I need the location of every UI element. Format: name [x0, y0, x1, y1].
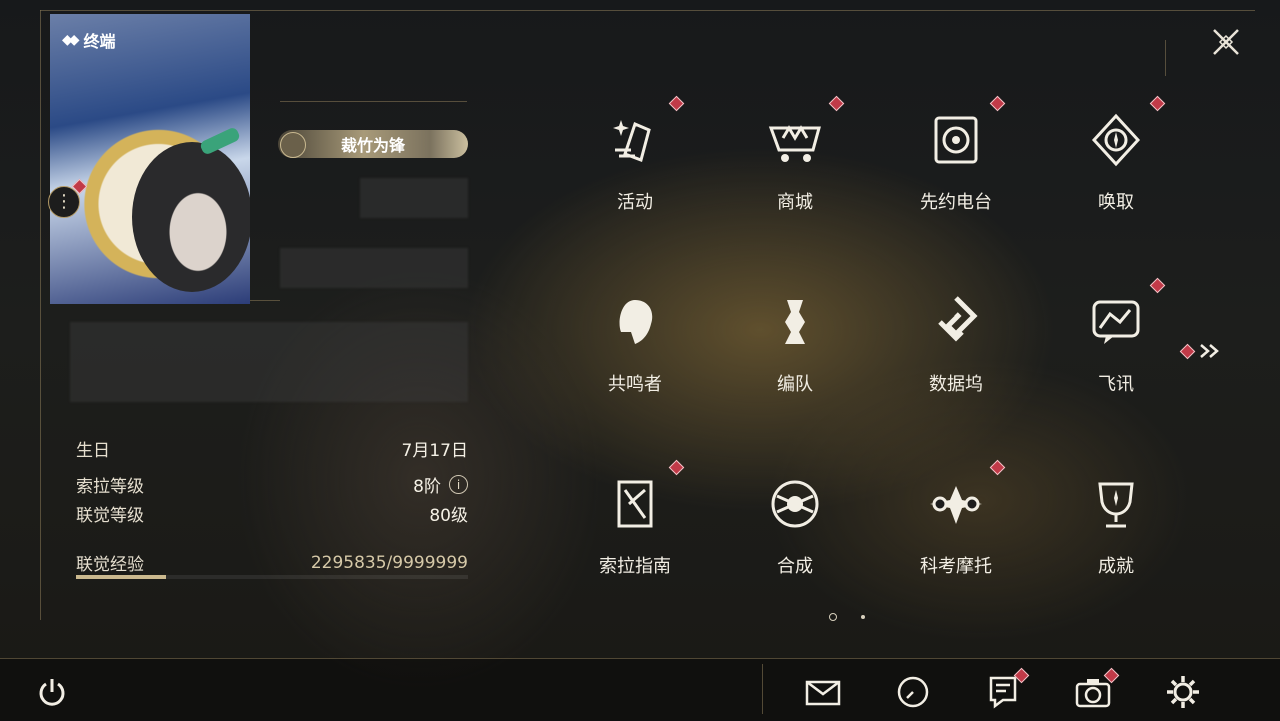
union-level-value: 80级: [429, 506, 468, 526]
frame-portrait-line: [250, 300, 280, 301]
feature-label: 成就: [1098, 556, 1134, 577]
power-icon: [39, 679, 65, 706]
notification-badge: [668, 459, 685, 476]
feature-resonator[interactable]: 共鸣者: [565, 282, 705, 432]
notification-badge: [828, 95, 845, 112]
player-name-blurred: [360, 178, 468, 218]
power-button[interactable]: [32, 672, 72, 712]
resonator-icon: [605, 292, 665, 352]
title-badge-text: 裁竹为锋: [340, 136, 405, 155]
sola-level-value-group: 8阶 i: [413, 472, 468, 497]
terminal-title: ◆◆ 终端: [62, 28, 116, 52]
clock-icon: [897, 676, 929, 708]
union-exp-label: 联觉经验: [76, 555, 144, 575]
union-exp-row: 联觉经验 2295835/9999999: [76, 550, 468, 576]
team-icon: [765, 292, 825, 352]
feature-convene[interactable]: 唤取: [1046, 95, 1186, 250]
feature-label: 唤取: [1098, 192, 1134, 213]
feature-label: 索拉指南: [599, 556, 671, 577]
mail-icon: [805, 680, 841, 706]
frame-top-line: [40, 10, 1255, 11]
birthday-row: 生日 7月17日: [76, 436, 468, 461]
birthday-label: 生日: [76, 441, 110, 461]
feature-team[interactable]: 编队: [725, 282, 865, 432]
mail-button[interactable]: [803, 672, 843, 712]
motorbike-icon: [926, 474, 986, 534]
sola-level-label: 索拉等级: [76, 477, 144, 497]
frame-left-line: [40, 10, 41, 620]
feature-label: 数据坞: [929, 374, 983, 395]
feature-achievement[interactable]: 成就: [1046, 464, 1186, 614]
title-badge[interactable]: 裁竹为锋: [278, 130, 468, 158]
feature-synthesis[interactable]: 合成: [725, 464, 865, 614]
feature-label: 编队: [777, 374, 813, 395]
feature-label: 先约电台: [920, 192, 992, 213]
data-bank-icon: [926, 292, 986, 352]
synthesis-icon: [765, 474, 825, 534]
feature-label: 活动: [617, 192, 653, 213]
feature-motorbike[interactable]: 科考摩托: [886, 459, 1026, 614]
notification-badge: [989, 459, 1006, 476]
terminal-title-text: 终端: [83, 32, 116, 51]
birthday-value: 7月17日: [401, 441, 468, 461]
feature-guidebook[interactable]: 索拉指南: [565, 459, 705, 614]
union-exp-bar: [76, 575, 468, 579]
settings-icon: [1167, 676, 1199, 708]
notice-icon: [989, 676, 1017, 709]
next-page-badge: [1179, 343, 1196, 359]
feature-data-bank[interactable]: 数据坞: [886, 282, 1026, 432]
chevron-double-right-icon: [1200, 344, 1219, 358]
player-signature-blurred: [70, 322, 468, 402]
notification-badge: [1149, 277, 1166, 294]
feature-radio[interactable]: 先约电台: [886, 95, 1026, 250]
sola-level-row: 索拉等级 8阶 i: [76, 472, 468, 497]
player-portrait-card[interactable]: [50, 14, 250, 304]
feature-label: 飞讯: [1098, 374, 1134, 395]
player-avatar: [132, 142, 250, 292]
feature-label: 科考摩托: [920, 556, 992, 577]
feature-label: 商城: [777, 192, 813, 213]
union-exp-value: 2295835/9999999: [310, 552, 468, 573]
clock-button[interactable]: [893, 672, 933, 712]
notification-badge: [1149, 95, 1166, 112]
notification-badge: [989, 95, 1006, 112]
feature-label: 合成: [777, 556, 813, 577]
feature-label: 共鸣者: [608, 374, 662, 395]
close-icon: [1213, 29, 1239, 55]
camera-icon: [1075, 679, 1111, 708]
pager-dot-1[interactable]: [829, 613, 837, 621]
player-uid-blurred: [280, 248, 468, 288]
messages-icon: [1086, 292, 1146, 352]
frame-right-line: [1165, 40, 1166, 76]
shop-icon: [765, 110, 825, 170]
next-page-button[interactable]: [1179, 338, 1222, 364]
events-icon: [605, 110, 665, 170]
terminal-diamond-icon: ◆◆: [62, 32, 79, 48]
union-level-row: 联觉等级 80级: [76, 501, 468, 526]
feature-events[interactable]: 活动: [565, 95, 705, 250]
convene-icon: [1086, 110, 1146, 170]
sola-level-value: 8阶: [413, 477, 441, 497]
frame-name-line: [280, 101, 467, 102]
info-icon[interactable]: i: [449, 475, 468, 494]
bottom-divider: [762, 664, 763, 714]
feature-messages[interactable]: 飞讯: [1046, 277, 1186, 432]
union-exp-bar-fill: [76, 575, 166, 579]
close-button[interactable]: [1206, 22, 1246, 62]
feature-shop[interactable]: 商城: [725, 95, 865, 250]
camera-button[interactable]: [1073, 667, 1120, 712]
settings-button[interactable]: [1163, 672, 1203, 712]
pager-dot-2[interactable]: [861, 615, 865, 619]
guidebook-icon: [605, 474, 665, 534]
title-emblem-icon: [280, 132, 306, 158]
radio-icon: [926, 110, 986, 170]
notification-badge: [668, 95, 685, 112]
notice-button[interactable]: [983, 667, 1030, 712]
achievement-icon: [1086, 474, 1146, 534]
union-level-label: 联觉等级: [76, 506, 144, 526]
